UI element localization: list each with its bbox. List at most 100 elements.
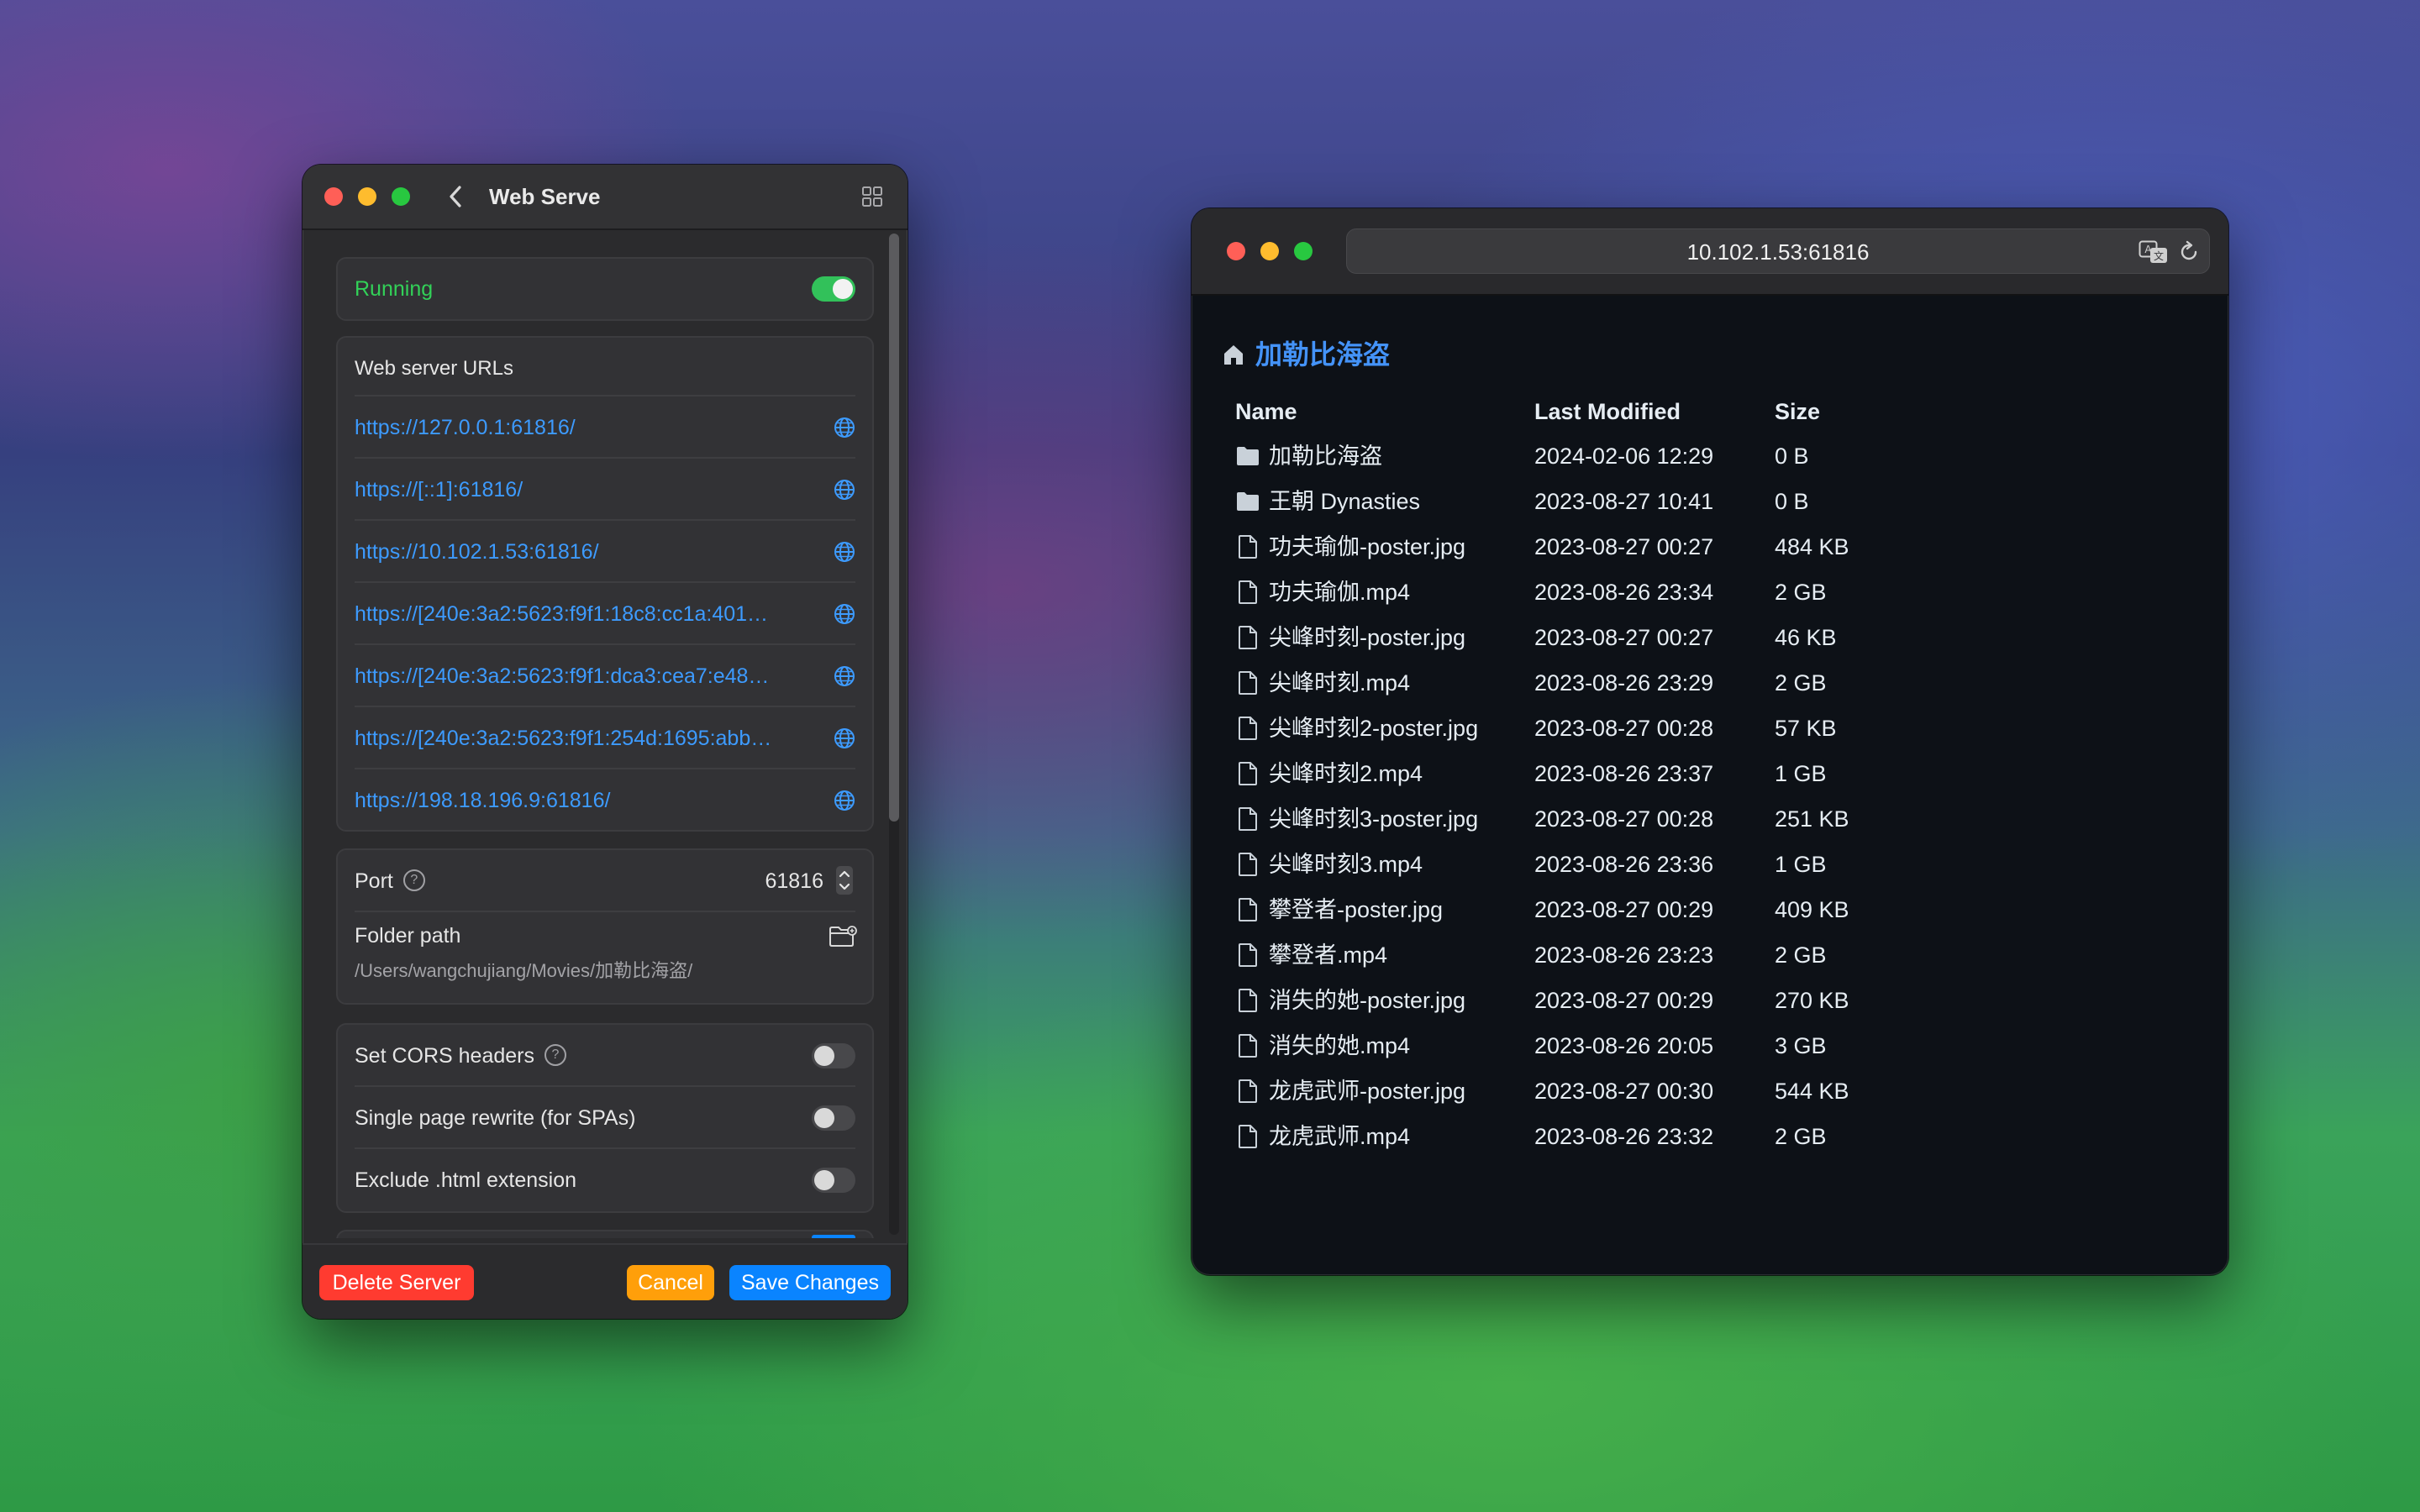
help-icon[interactable]: ? [402, 869, 425, 892]
file-name-link[interactable]: 尖峰时刻3-poster.jpg [1269, 796, 1478, 842]
table-row[interactable]: 尖峰时刻3.mp4 2023-08-26 23:36 1 GB [1192, 842, 2228, 887]
table-row[interactable]: 攀登者-poster.jpg 2023-08-27 00:29 409 KB [1192, 887, 2228, 932]
file-name-link[interactable]: 尖峰时刻.mp4 [1269, 660, 1410, 706]
urls-header: Web server URLs [355, 357, 513, 380]
url-link[interactable]: https://[::1]:61816/ [355, 459, 825, 521]
table-row[interactable]: 消失的她-poster.jpg 2023-08-27 00:29 270 KB [1192, 978, 2228, 1023]
url-link[interactable]: https://[240e:3a2:5623:f9f1:18c8:cc1a:40… [355, 583, 825, 645]
status-row: Running [338, 259, 872, 319]
address-text[interactable]: 10.102.1.53:61816 [1347, 229, 2209, 275]
partial-toggle[interactable] [812, 1235, 855, 1238]
url-link[interactable]: https://[240e:3a2:5623:f9f1:254d:1695:ab… [355, 707, 825, 769]
file-name-link[interactable]: 功夫瑜伽-poster.jpg [1269, 524, 1465, 570]
scrollbar-thumb[interactable] [889, 234, 899, 822]
zoom-window-button[interactable] [392, 187, 410, 206]
url-link[interactable]: https://198.18.196.9:61816/ [355, 769, 825, 832]
file-modified: 2023-08-26 23:37 [1534, 761, 1714, 786]
file-modified: 2023-08-26 20:05 [1534, 1033, 1714, 1058]
table-row[interactable]: 尖峰时刻.mp4 2023-08-26 23:29 2 GB [1192, 660, 2228, 706]
close-window-button[interactable] [1227, 242, 1245, 260]
port-value[interactable]: 61816 [765, 850, 823, 912]
file-size: 46 KB [1775, 625, 1837, 650]
folder-row: Folder path /Users/wangchujiang/Movies/加… [338, 912, 872, 1003]
footer: Delete Server Cancel Save Changes [302, 1243, 908, 1319]
file-size: 0 B [1775, 444, 1809, 469]
breadcrumb-folder-link[interactable]: 加勒比海盗 [1255, 336, 1390, 373]
minimize-window-button[interactable] [1260, 242, 1279, 260]
table-row[interactable]: 尖峰时刻2-poster.jpg 2023-08-27 00:28 57 KB [1192, 706, 2228, 751]
table-row[interactable]: 尖峰时刻-poster.jpg 2023-08-27 00:27 46 KB [1192, 615, 2228, 660]
file-name-link[interactable]: 尖峰时刻3.mp4 [1269, 842, 1423, 887]
url-link[interactable]: https://127.0.0.1:61816/ [355, 396, 825, 459]
running-toggle[interactable] [812, 276, 855, 302]
table-row[interactable]: 功夫瑜伽.mp4 2023-08-26 23:34 2 GB [1192, 570, 2228, 615]
table-row[interactable]: 功夫瑜伽-poster.jpg 2023-08-27 00:27 484 KB [1192, 524, 2228, 570]
delete-server-button[interactable]: Delete Server [319, 1265, 474, 1300]
cancel-button[interactable]: Cancel [627, 1265, 714, 1300]
table-row[interactable]: 加勒比海盗 2024-02-06 12:29 0 B [1192, 433, 2228, 479]
globe-icon[interactable] [834, 417, 855, 438]
table-row[interactable]: 龙虎武师.mp4 2023-08-26 23:32 2 GB [1192, 1114, 2228, 1159]
spa-rewrite-toggle[interactable] [812, 1105, 855, 1131]
save-changes-button[interactable]: Save Changes [729, 1265, 891, 1300]
table-row[interactable]: 尖峰时刻2.mp4 2023-08-26 23:37 1 GB [1192, 751, 2228, 796]
table-row[interactable]: 消失的她.mp4 2023-08-26 20:05 3 GB [1192, 1023, 2228, 1068]
cors-toggle[interactable] [812, 1043, 855, 1068]
folder-label: Folder path [355, 924, 461, 948]
grid-view-icon[interactable] [860, 185, 884, 208]
url-row[interactable]: https://[240e:3a2:5623:f9f1:254d:1695:ab… [338, 707, 872, 769]
close-window-button[interactable] [324, 187, 343, 206]
url-row[interactable]: https://198.18.196.9:61816/ [338, 769, 872, 832]
settings-scroll-area[interactable]: Running Web server URLs https://127.0.0.… [302, 230, 908, 1238]
table-row[interactable]: 尖峰时刻3-poster.jpg 2023-08-27 00:28 251 KB [1192, 796, 2228, 842]
file-name-link[interactable]: 龙虎武师.mp4 [1269, 1114, 1410, 1159]
url-row[interactable]: https://[240e:3a2:5623:f9f1:18c8:cc1a:40… [338, 583, 872, 645]
scrollbar[interactable] [889, 234, 899, 1235]
table-row[interactable]: 攀登者.mp4 2023-08-26 23:23 2 GB [1192, 932, 2228, 978]
file-name-link[interactable]: 攀登者.mp4 [1269, 932, 1387, 978]
file-name-link[interactable]: 尖峰时刻-poster.jpg [1269, 615, 1465, 660]
table-row[interactable]: 龙虎武师-poster.jpg 2023-08-27 00:30 544 KB [1192, 1068, 2228, 1114]
url-link[interactable]: https://10.102.1.53:61816/ [355, 521, 825, 583]
address-bar[interactable]: 10.102.1.53:61816 A 文 [1346, 228, 2210, 274]
table-row[interactable]: 王朝 Dynasties 2023-08-27 10:41 0 B [1192, 479, 2228, 524]
globe-icon[interactable] [834, 727, 855, 749]
zoom-window-button[interactable] [1294, 242, 1313, 260]
file-name-link[interactable]: 王朝 Dynasties [1269, 479, 1420, 524]
svg-text:文: 文 [2154, 249, 2164, 262]
file-name-link[interactable]: 加勒比海盗 [1269, 433, 1382, 479]
globe-icon[interactable] [834, 541, 855, 563]
file-name-link[interactable]: 尖峰时刻2-poster.jpg [1269, 706, 1478, 751]
exclude-html-toggle[interactable] [812, 1168, 855, 1193]
file-name-link[interactable]: 功夫瑜伽.mp4 [1269, 570, 1410, 615]
options-card: Set CORS headers? Single page rewrite (f… [336, 1023, 874, 1213]
globe-icon[interactable] [834, 479, 855, 501]
translate-icon[interactable]: A 文 [2139, 240, 2169, 264]
reload-icon[interactable] [2177, 240, 2201, 264]
file-name-link[interactable]: 尖峰时刻2.mp4 [1269, 751, 1423, 796]
folder-picker-icon[interactable] [829, 924, 857, 949]
file-icon [1239, 853, 1257, 876]
column-header-size: Size [1775, 399, 1821, 424]
url-row[interactable]: https://127.0.0.1:61816/ [338, 396, 872, 459]
file-name-link[interactable]: 龙虎武师-poster.jpg [1269, 1068, 1465, 1114]
url-row[interactable]: https://[::1]:61816/ [338, 459, 872, 521]
url-link[interactable]: https://[240e:3a2:5623:f9f1:dca3:cea7:e4… [355, 645, 825, 707]
url-row[interactable]: https://[240e:3a2:5623:f9f1:dca3:cea7:e4… [338, 645, 872, 707]
globe-icon[interactable] [834, 790, 855, 811]
file-name-link[interactable]: 攀登者-poster.jpg [1269, 887, 1443, 932]
file-icon [1239, 943, 1257, 967]
port-stepper[interactable] [835, 865, 854, 895]
file-name-link[interactable]: 消失的她.mp4 [1269, 1023, 1410, 1068]
file-modified: 2023-08-26 23:23 [1534, 942, 1714, 968]
window-controls [324, 187, 410, 206]
help-icon[interactable]: ? [544, 1044, 566, 1067]
file-name-link[interactable]: 消失的她-poster.jpg [1269, 978, 1465, 1023]
globe-icon[interactable] [834, 665, 855, 687]
urls-card: Web server URLs https://127.0.0.1:61816/… [336, 336, 874, 832]
minimize-window-button[interactable] [358, 187, 376, 206]
url-row[interactable]: https://10.102.1.53:61816/ [338, 521, 872, 583]
home-icon[interactable] [1222, 343, 1245, 366]
chevron-left-icon[interactable] [444, 181, 469, 212]
globe-icon[interactable] [834, 603, 855, 625]
